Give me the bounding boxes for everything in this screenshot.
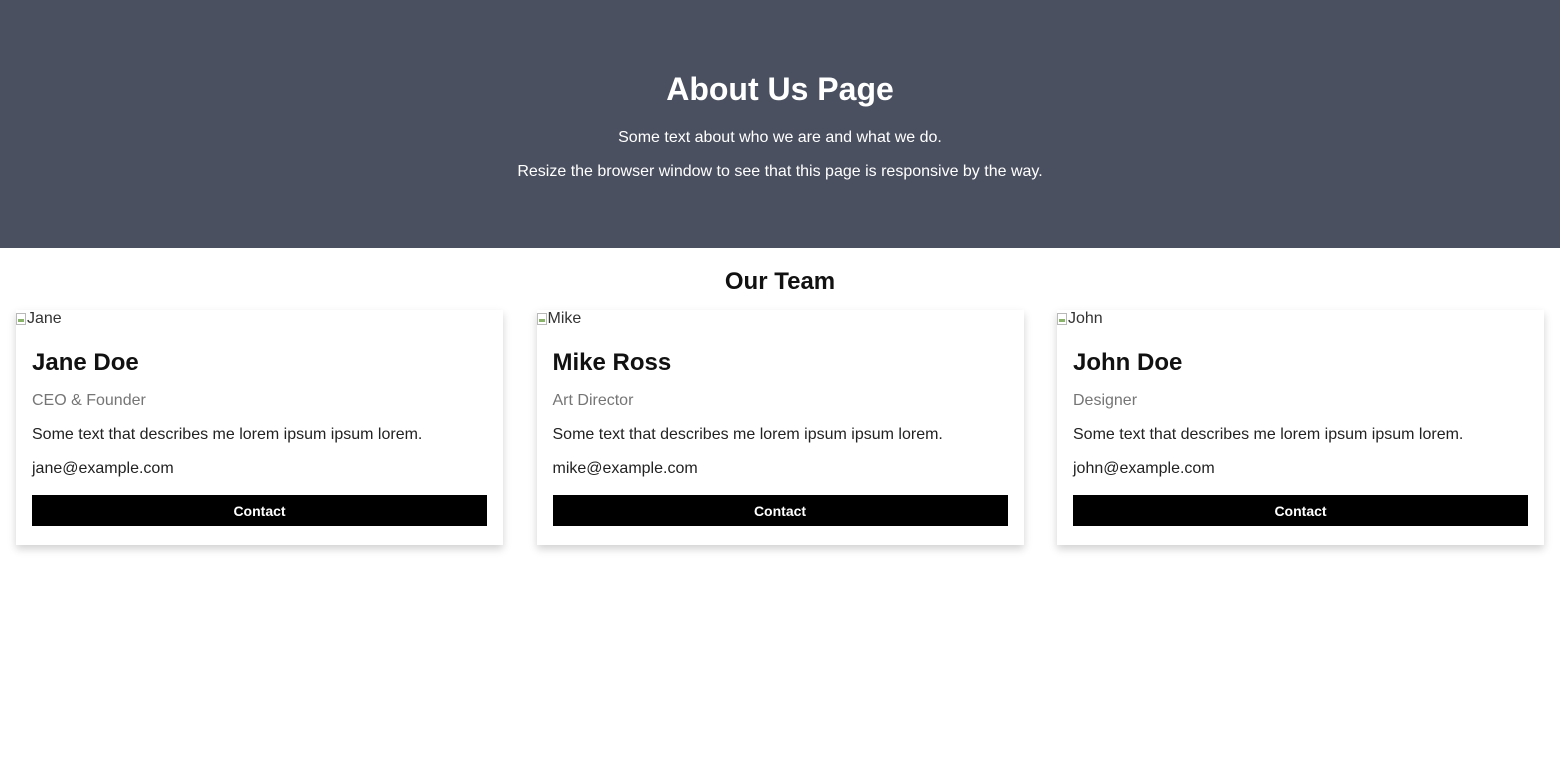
member-role: CEO & Founder <box>32 392 146 409</box>
broken-image-icon <box>536 313 547 325</box>
about-hero: About Us Page Some text about who we are… <box>0 0 1560 248</box>
team-heading: Our Team <box>724 268 836 295</box>
member-photo: Jane <box>16 310 503 328</box>
member-name: Mike Ross <box>552 349 672 376</box>
team-card-john: John John Doe Designer Some text that de… <box>1057 310 1544 545</box>
member-photo-alt: Mike <box>547 310 582 327</box>
member-role: Art Director <box>552 392 634 409</box>
broken-image-icon <box>1057 313 1067 325</box>
member-email: jane@example.com <box>32 460 174 477</box>
page-title: About Us Page <box>666 71 894 107</box>
member-email: john@example.com <box>1073 460 1215 477</box>
member-photo: Mike <box>536 310 1024 328</box>
contact-button[interactable]: Contact <box>552 495 1008 526</box>
team-card-mike: Mike Mike Ross Art Director Some text th… <box>536 310 1024 545</box>
member-photo-alt: John <box>1068 310 1103 327</box>
member-description: Some text that describes me lorem ipsum … <box>32 426 423 443</box>
contact-button[interactable]: Contact <box>32 495 487 526</box>
hero-responsive-note: Resize the browser window to see that th… <box>517 163 1043 180</box>
member-role: Designer <box>1073 392 1138 409</box>
card-body: Mike Ross Art Director Some text that de… <box>537 328 1024 526</box>
team-row: Jane Jane Doe CEO & Founder Some text th… <box>0 310 1560 545</box>
team-card-jane: Jane Jane Doe CEO & Founder Some text th… <box>16 310 503 545</box>
member-email: mike@example.com <box>552 460 698 477</box>
broken-image-icon <box>16 313 26 325</box>
member-description: Some text that describes me lorem ipsum … <box>1073 426 1464 443</box>
member-photo: John <box>1057 310 1544 328</box>
member-description: Some text that describes me lorem ipsum … <box>552 426 943 443</box>
card-body: John Doe Designer Some text that describ… <box>1057 328 1544 526</box>
contact-button[interactable]: Contact <box>1073 495 1528 526</box>
card-body: Jane Doe CEO & Founder Some text that de… <box>16 328 503 526</box>
hero-intro-text: Some text about who we are and what we d… <box>618 129 942 146</box>
member-name: Jane Doe <box>32 349 139 376</box>
member-photo-alt: Jane <box>27 310 62 327</box>
member-name: John Doe <box>1073 349 1183 376</box>
